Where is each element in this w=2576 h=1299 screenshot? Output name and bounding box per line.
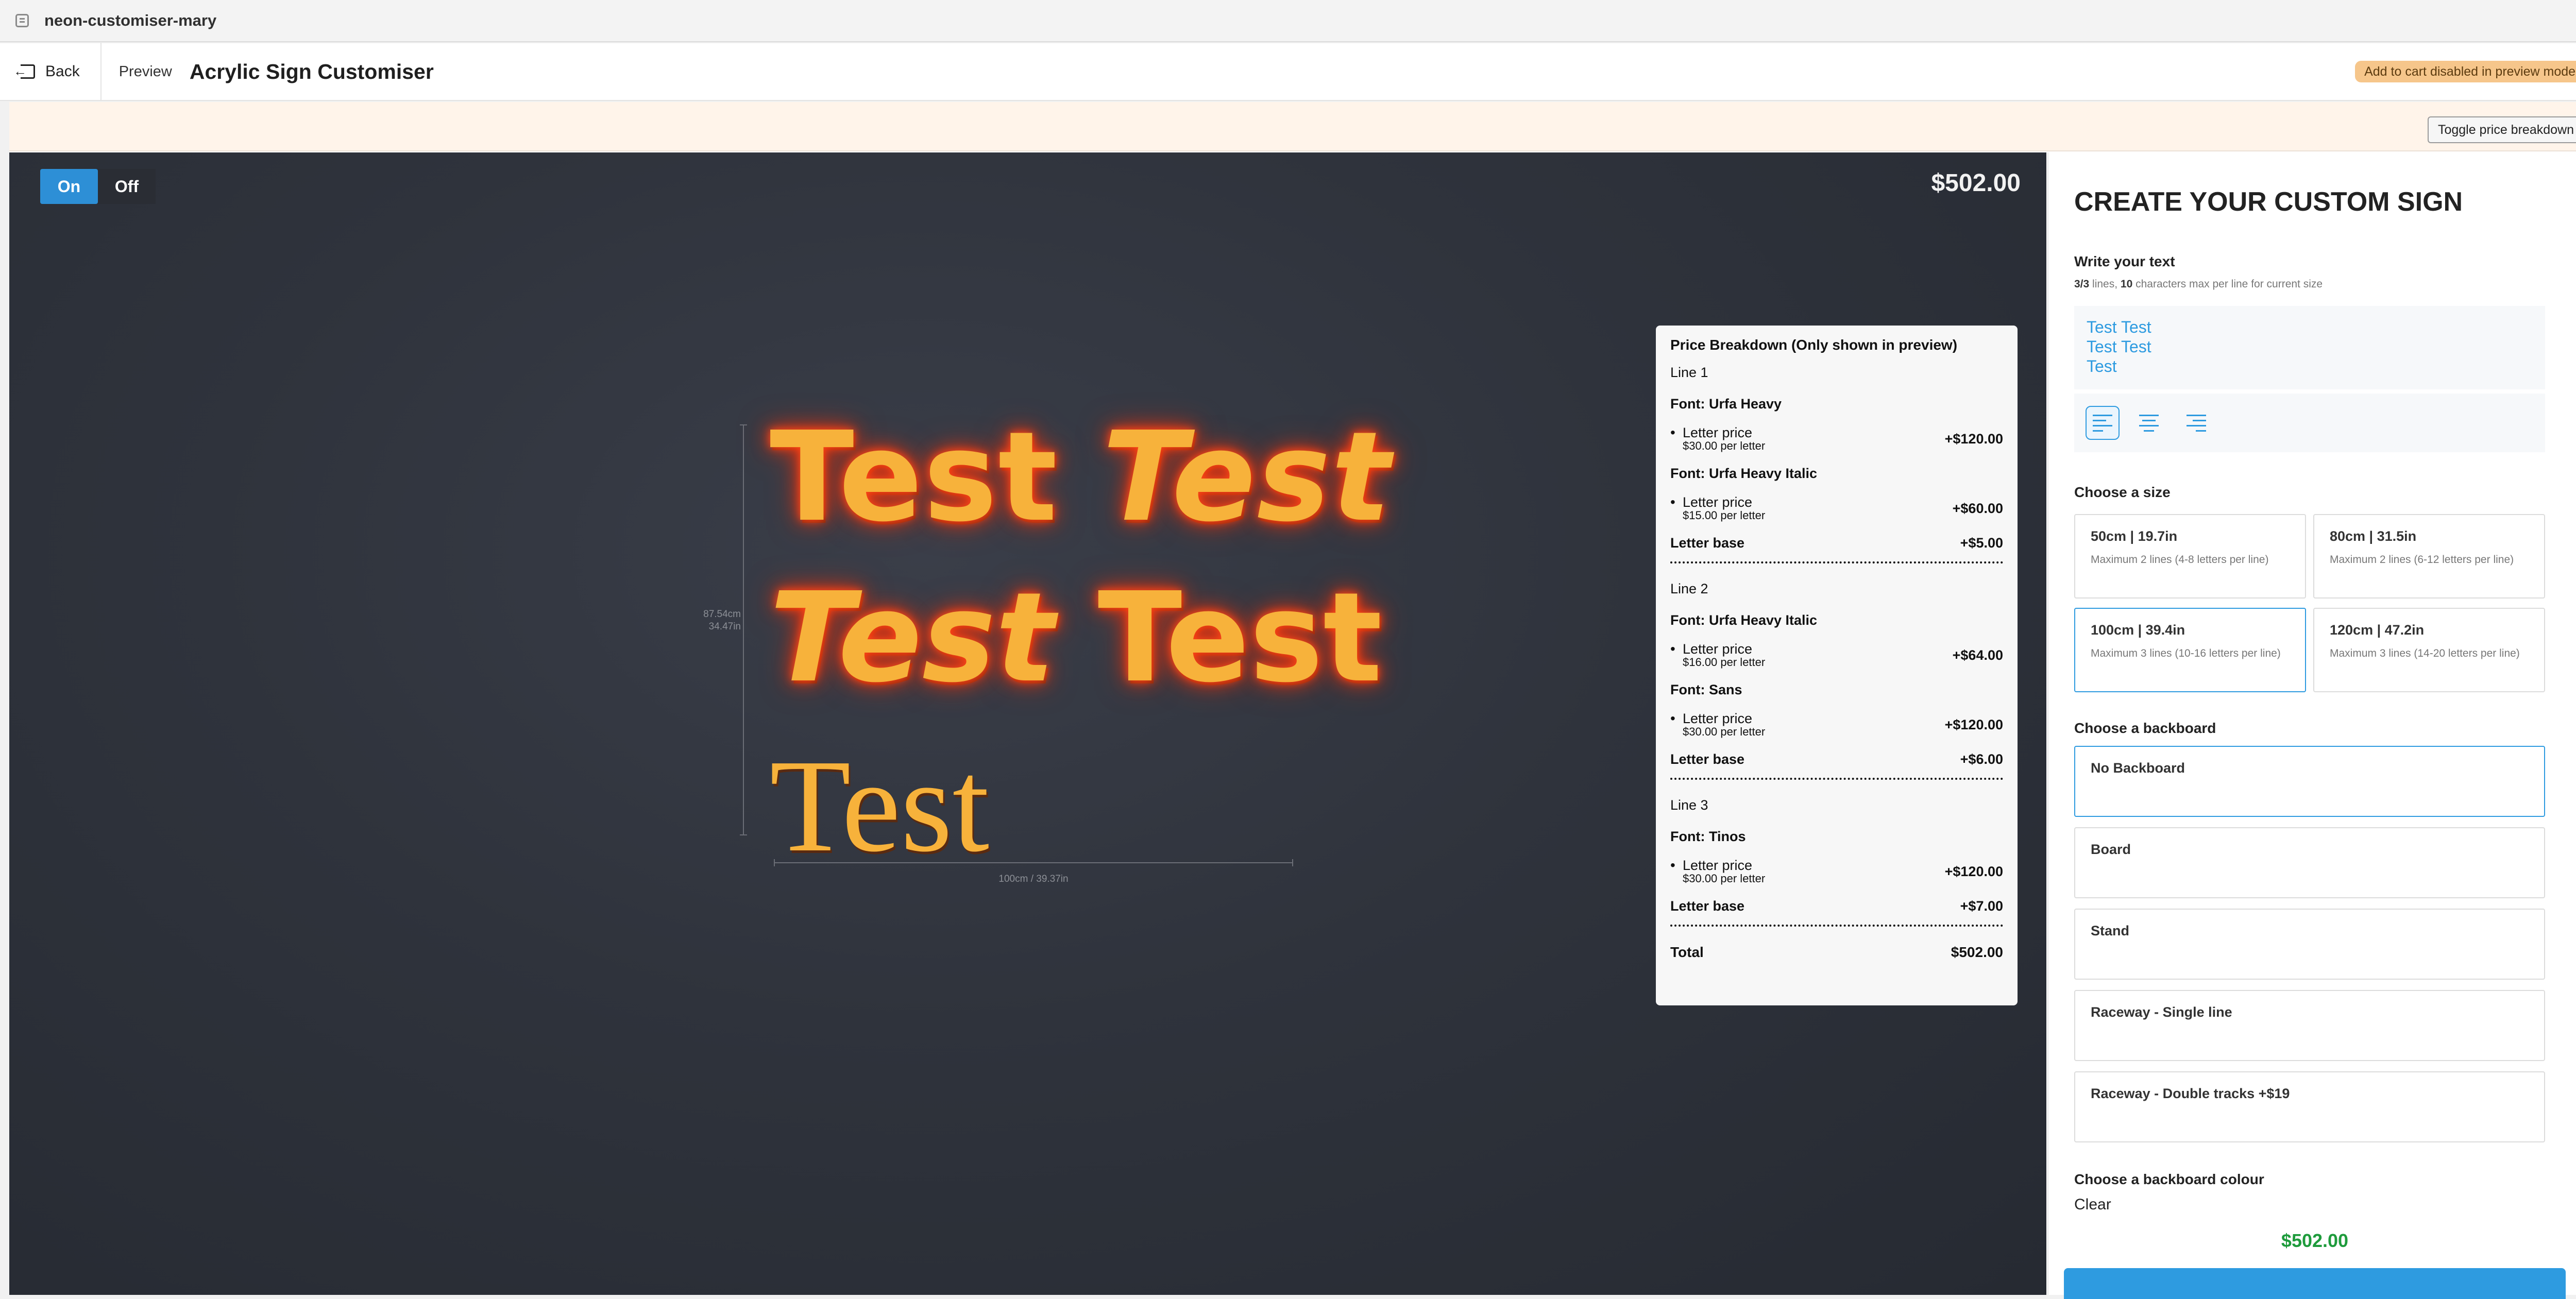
size-label: Choose a size	[2074, 484, 2171, 500]
breakdown-divider	[1670, 561, 2003, 563]
breakdown-row: • Letter price $30.00 per letter +$120.00	[1670, 424, 2003, 452]
text-limit-hint: 3/3 lines, 10 characters max per line fo…	[2074, 278, 2323, 290]
breakdown-total: Total $502.00	[1670, 944, 2003, 960]
sign-word: Test	[1097, 566, 1382, 710]
size-options: 50cm | 19.7in Maximum 2 lines (4-8 lette…	[2074, 514, 2545, 692]
backboard-colour-value: Clear	[2074, 1196, 2111, 1213]
canvas-price: $502.00	[1931, 169, 2021, 197]
toggle-price-breakdown-button[interactable]: Toggle price breakdown	[2427, 116, 2576, 143]
sign-word: Test	[770, 405, 1059, 549]
breakdown-line-label: Line 3	[1670, 797, 1708, 813]
back-button[interactable]: Back	[0, 43, 101, 100]
sign-preview-canvas: On Off $502.00 87.54cm 34.47in Test Test…	[9, 152, 2046, 1295]
sign-word: Test	[1102, 405, 1392, 549]
backboard-option-raceway-single[interactable]: Raceway - Single line	[2074, 990, 2545, 1061]
window-titlebar: neon-customiser-mary ×	[0, 0, 2576, 42]
breakdown-title: Price Breakdown (Only shown in preview)	[1670, 337, 1958, 353]
breakdown-row: • Letter price $16.00 per letter +$64.00	[1670, 641, 2003, 669]
breakdown-font: Font: Sans	[1670, 682, 1742, 697]
breakdown-divider	[1670, 778, 2003, 780]
align-center-icon[interactable]	[2133, 406, 2167, 440]
breakdown-divider	[1670, 925, 2003, 927]
page-title: Acrylic Sign Customiser	[189, 59, 434, 83]
backboard-label: Choose a backboard	[2074, 720, 2216, 736]
size-option-50cm[interactable]: 50cm | 19.7in Maximum 2 lines (4-8 lette…	[2074, 514, 2306, 599]
align-left-icon[interactable]	[2086, 406, 2120, 440]
backboard-colour-label: Choose a backboard colour	[2074, 1171, 2264, 1187]
panel-title: CREATE YOUR CUSTOM SIGN	[2074, 187, 2463, 217]
sign-word: Test	[770, 566, 1055, 710]
power-off-button[interactable]: Off	[98, 169, 156, 204]
window-title: neon-customiser-mary	[44, 11, 217, 29]
breakdown-font: Font: Urfa Heavy	[1670, 396, 1782, 412]
backboard-option-stand[interactable]: Stand	[2074, 909, 2545, 980]
breakdown-line-3: Line 3 Font: Tinos • Letter price $30.00 p…	[1670, 797, 2003, 927]
footer-price: $502.00	[2281, 1230, 2349, 1251]
preview-frame: Toggle price breakdown On Off $502.00 87…	[9, 102, 2576, 1299]
preview-tag: Preview	[118, 63, 172, 80]
sign-line-2: Test Test	[770, 566, 1382, 710]
customiser-form: CREATE YOUR CUSTOM SIGN Write your text …	[2074, 152, 2545, 1244]
breakdown-line-2: Line 2 Font: Urfa Heavy Italic • Letter p…	[1670, 581, 2003, 780]
breakdown-row: • Letter price $15.00 per letter +$60.00	[1670, 494, 2003, 522]
write-text-label: Write your text	[2074, 253, 2175, 269]
preview-toolbar: Toggle price breakdown	[9, 102, 2576, 151]
cart-disabled-badge: Add to cart disabled in preview mode.	[2355, 61, 2576, 82]
width-dimension-label: 100cm / 39.37in	[998, 874, 1069, 884]
width-dimension-line	[774, 859, 1293, 869]
breakdown-font: Font: Urfa Heavy Italic	[1670, 612, 1818, 628]
sign-line-3: Test	[770, 729, 989, 882]
app-header: Back Preview Acrylic Sign Customiser Add…	[0, 43, 2576, 101]
power-on-button[interactable]: On	[40, 169, 98, 204]
customiser-panel: CREATE YOUR CUSTOM SIGN Write your text …	[2047, 152, 2576, 1299]
size-option-120cm[interactable]: 120cm | 47.2in Maximum 3 lines (14-20 le…	[2313, 608, 2545, 692]
breakdown-row: • Letter price $30.00 per letter +$120.00	[1670, 710, 2003, 738]
breakdown-base: Letter base +$6.00	[1670, 751, 2003, 767]
align-right-icon[interactable]	[2180, 406, 2214, 440]
sign-word: Test	[770, 732, 990, 879]
power-toggle: On Off	[40, 169, 156, 204]
breakdown-line-label: Line 2	[1670, 581, 1708, 596]
app-icon	[15, 14, 29, 27]
backboard-option-none[interactable]: No Backboard	[2074, 746, 2545, 817]
backboard-option-raceway-double[interactable]: Raceway - Double tracks +$19	[2074, 1071, 2545, 1142]
backboard-option-board[interactable]: Board	[2074, 827, 2545, 898]
add-to-cart-button[interactable]	[2064, 1268, 2566, 1299]
sign-text-input[interactable]: Test Test Test Test Test	[2074, 306, 2545, 389]
price-breakdown-card: Price Breakdown (Only shown in preview) …	[1656, 326, 2018, 1005]
backboard-options: No Backboard Board Stand Raceway - Singl…	[2074, 746, 2545, 1142]
breakdown-line-label: Line 1	[1670, 365, 1708, 380]
back-label: Back	[45, 63, 80, 80]
breakdown-font: Font: Tinos	[1670, 829, 1746, 844]
sign-line-1: Test Test	[770, 405, 1392, 549]
height-dimension-line	[740, 424, 750, 835]
alignment-toolbar	[2074, 394, 2545, 452]
panel-footer: $502.00	[2048, 1218, 2576, 1299]
breakdown-base: Letter base +$7.00	[1670, 898, 2003, 914]
breakdown-line-1: Line 1 Font: Urfa Heavy • Letter price $30…	[1670, 365, 2003, 563]
breakdown-row: • Letter price $30.00 per letter +$120.00	[1670, 857, 2003, 885]
size-option-80cm[interactable]: 80cm | 31.5in Maximum 2 lines (6-12 lett…	[2313, 514, 2545, 599]
size-option-100cm[interactable]: 100cm | 39.4in Maximum 3 lines (10-16 le…	[2074, 608, 2306, 692]
breakdown-font: Font: Urfa Heavy Italic	[1670, 466, 1818, 481]
breakdown-base: Letter base +$5.00	[1670, 535, 2003, 551]
exit-icon	[13, 62, 35, 80]
height-dimension-label: 87.54cm 34.47in	[703, 609, 741, 632]
